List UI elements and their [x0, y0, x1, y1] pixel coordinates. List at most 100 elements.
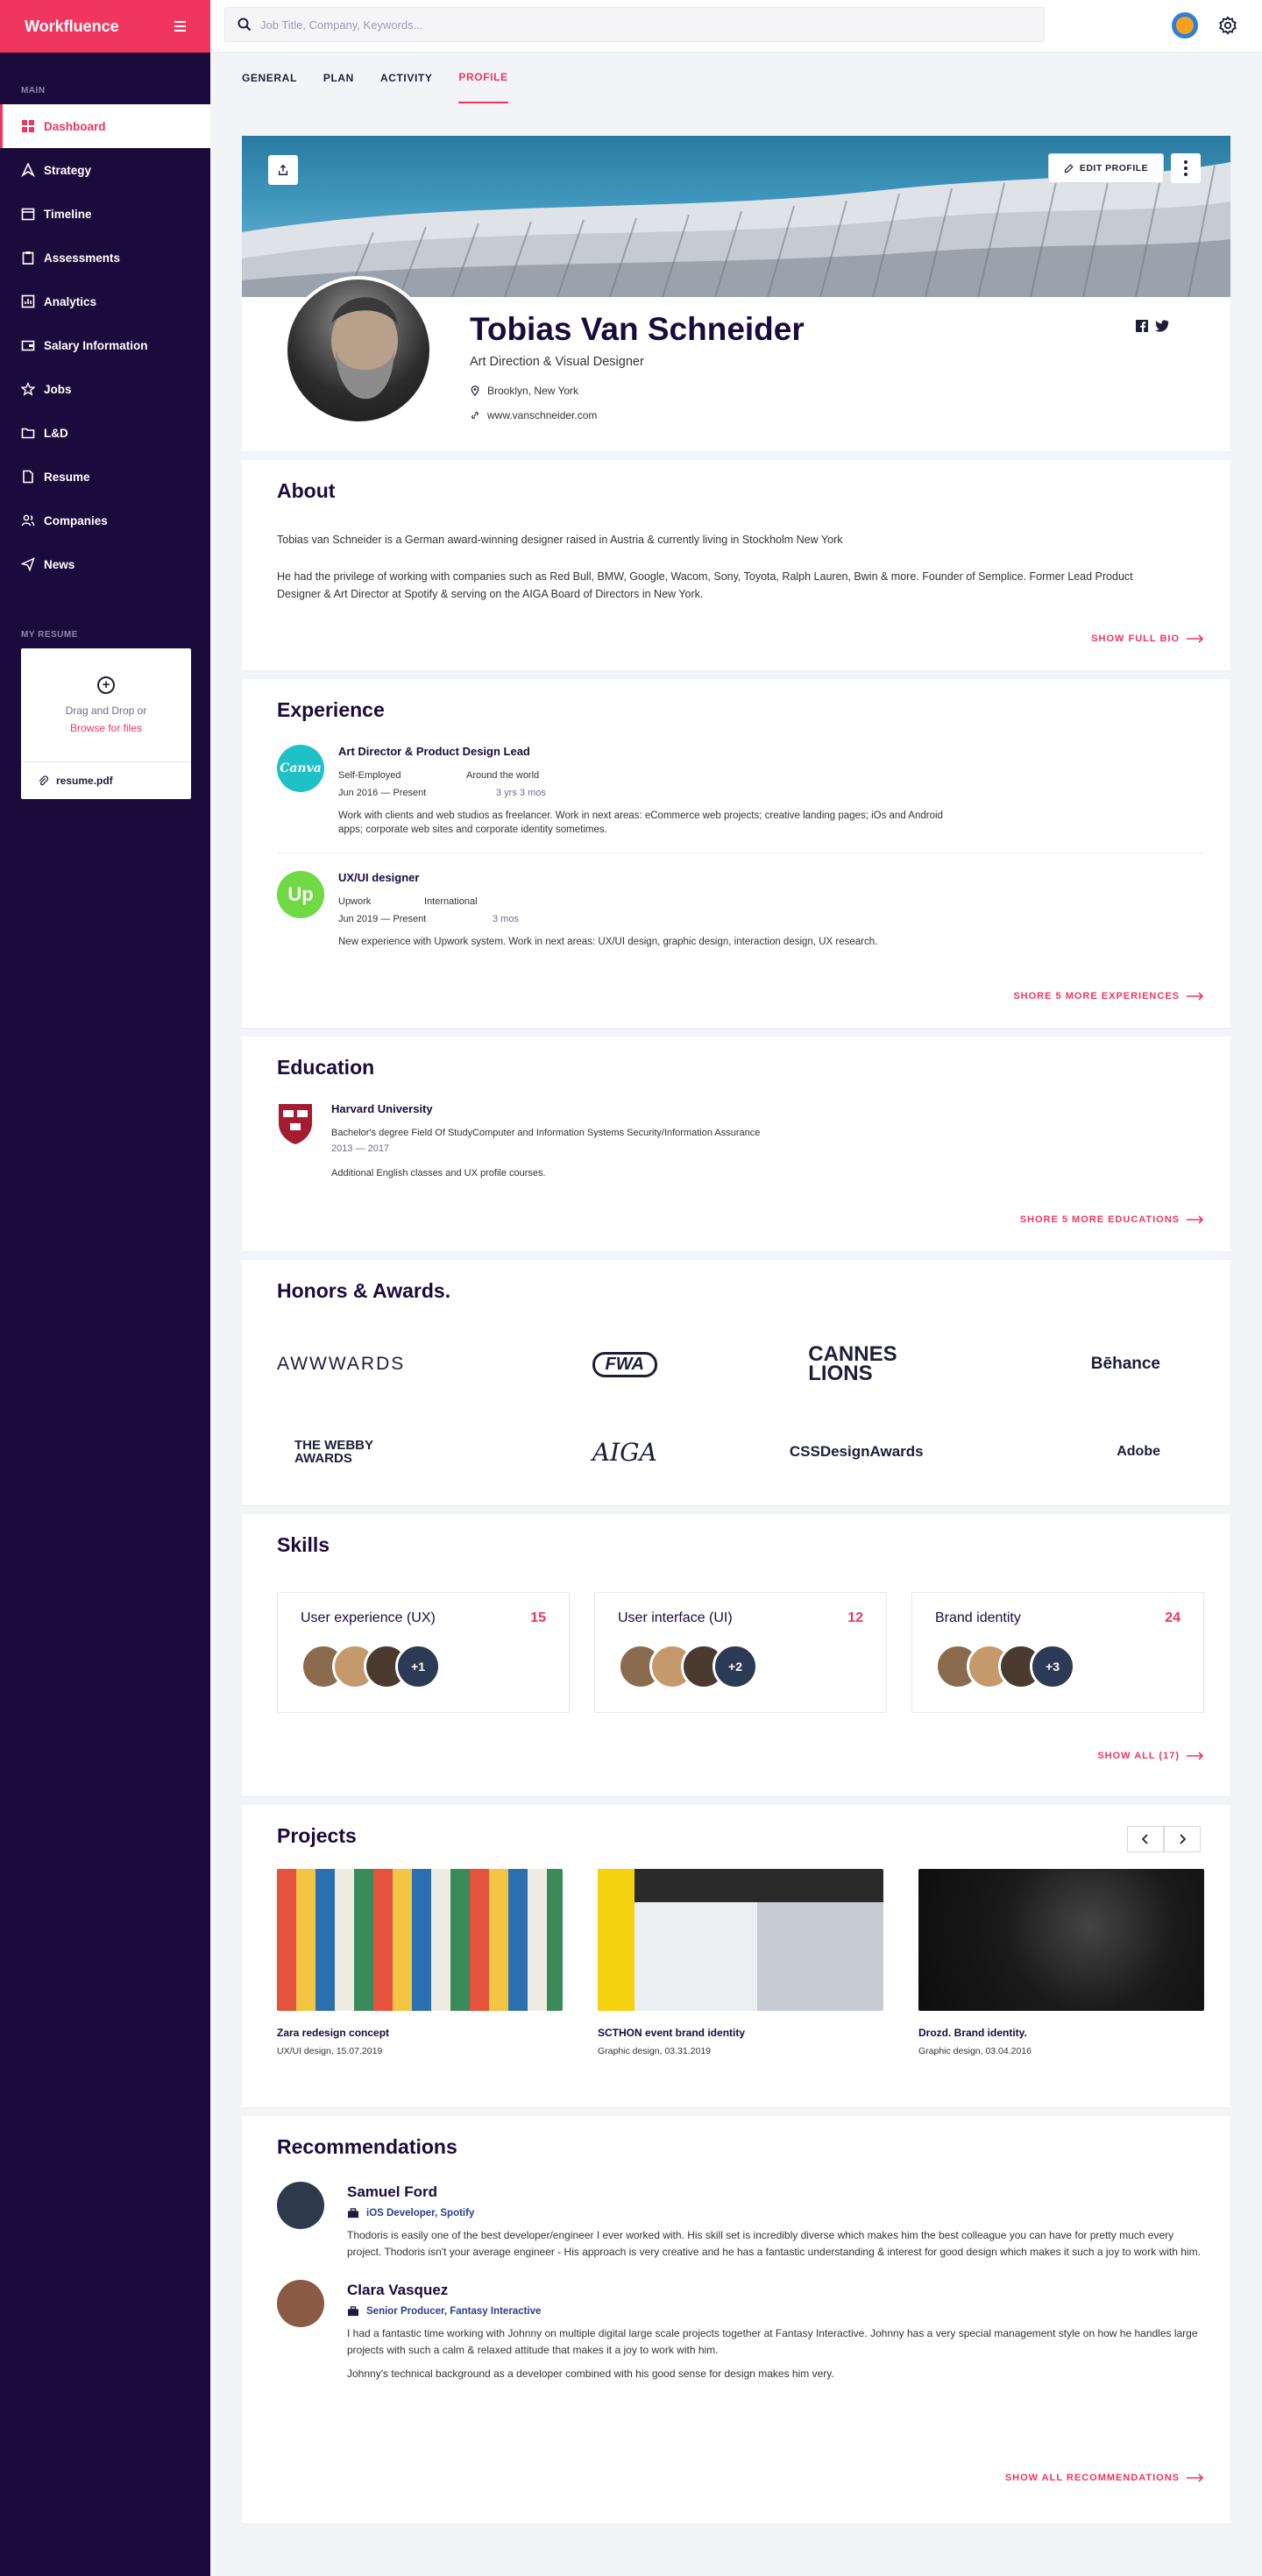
section-title: Projects — [277, 1824, 357, 1847]
wallet-icon — [21, 340, 35, 351]
twitter-icon[interactable] — [1155, 320, 1169, 332]
location-text: Brooklyn, New York — [487, 385, 579, 397]
user-avatar[interactable] — [1172, 12, 1198, 39]
tab-activity[interactable]: ACTIVITY — [380, 53, 432, 103]
skill-card[interactable]: User experience (UX) 15 +1 — [277, 1592, 570, 1713]
experience-card: Experience Canva Art Director & Product … — [242, 679, 1230, 1028]
sidebar-item-salary-information[interactable]: Salary Information — [0, 323, 210, 367]
website-text[interactable]: www.vanschneider.com — [487, 409, 597, 421]
show-more-experiences-link[interactable]: SHORE 5 MORE EXPERIENCES — [1013, 991, 1230, 1001]
recommendation-item: Clara Vasquez Senior Producer, Fantasy I… — [242, 2280, 1230, 2382]
more-endorsers-badge[interactable]: +2 — [713, 1644, 758, 1689]
search-input[interactable] — [260, 18, 961, 32]
skill-name: User interface (UI) — [618, 1610, 733, 1625]
brand-bar: Workfluence — [0, 0, 210, 53]
skill-name: User experience (UX) — [301, 1610, 436, 1625]
projects-pager — [1127, 1826, 1201, 1852]
show-full-bio-link[interactable]: SHOW FULL BIO — [1091, 633, 1230, 644]
sidebar: Workfluence MAIN Dashboard Strategy Time… — [0, 0, 210, 2576]
sidebar-item-companies[interactable]: Companies — [0, 499, 210, 542]
experience-title: Art Director & Product Design Lead — [338, 745, 530, 758]
project-subtitle: UX/UI design, 15.07.2019 — [277, 2046, 383, 2056]
more-endorsers-badge[interactable]: +3 — [1030, 1644, 1075, 1689]
recommendation-item: Samuel Ford iOS Developer, Spotify Thodo… — [242, 2182, 1230, 2261]
gear-icon[interactable] — [1218, 16, 1237, 35]
sidebar-item-label: Jobs — [44, 382, 72, 396]
award-aiga: AIGA — [509, 1408, 741, 1496]
tab-plan[interactable]: PLAN — [323, 53, 354, 103]
show-all-skills-link[interactable]: SHOW ALL (17) — [1097, 1751, 1230, 1761]
project-thumbnail[interactable] — [277, 1869, 563, 2011]
sidebar-item-timeline[interactable]: Timeline — [0, 192, 210, 236]
tab-profile[interactable]: PROFILE — [458, 53, 508, 103]
award-css-design-awards: CSSDesignAwards — [741, 1408, 973, 1496]
skill-card[interactable]: User interface (UI) 12 +2 — [594, 1592, 887, 1713]
sidebar-item-news[interactable]: News — [0, 542, 210, 586]
link-icon — [471, 412, 479, 419]
recommender-role-text: iOS Developer, Spotify — [366, 2208, 475, 2219]
experience-company: Upwork — [338, 896, 372, 907]
edit-profile-button[interactable]: EDIT PROFILE — [1048, 153, 1164, 183]
project-item[interactable]: Zara redesign concept UX/UI design, 15.0… — [277, 1869, 563, 2056]
project-title[interactable]: Drozd. Brand identity. — [918, 2027, 1204, 2039]
resume-dropzone[interactable]: + Drag and Drop or Browse for files — [21, 648, 191, 762]
skill-card[interactable]: Brand identity 24 +3 — [911, 1592, 1204, 1713]
brand-name[interactable]: Workfluence — [25, 18, 119, 36]
map-pin-icon — [471, 386, 479, 396]
award-logo-text: AIGA — [592, 1437, 657, 1467]
recommendations-card: Recommendations Samuel Ford iOS Develope… — [242, 2116, 1230, 2523]
project-title[interactable]: SCTHON event brand identity — [598, 2027, 883, 2039]
sidebar-item-label: Resume — [44, 470, 90, 484]
share-button[interactable] — [268, 155, 298, 185]
tab-general[interactable]: GENERAL — [242, 53, 297, 103]
projects-card: Projects Zara redesign concept UX/UI des… — [242, 1805, 1230, 2107]
sidebar-item-label: Assessments — [44, 251, 121, 265]
project-thumbnail[interactable] — [598, 1869, 883, 2011]
recommender-role: iOS Developer, Spotify — [347, 2208, 1204, 2219]
sidebar-item-jobs[interactable]: Jobs — [0, 367, 210, 411]
about-paragraph: Tobias van Schneider is a German award-w… — [277, 534, 843, 546]
profile-name: Tobias Van Schneider — [470, 311, 805, 347]
document-icon — [23, 470, 33, 484]
skill-count: 15 — [530, 1610, 546, 1625]
facebook-icon[interactable] — [1136, 320, 1148, 332]
resume-file-name: resume.pdf — [56, 775, 113, 787]
browse-files-link[interactable]: Browse for files — [70, 722, 142, 734]
sidebar-section-main: MAIN — [21, 86, 46, 96]
project-title[interactable]: Zara redesign concept — [277, 2027, 563, 2039]
link-label: SHORE 5 MORE EXPERIENCES — [1013, 991, 1180, 1001]
project-item[interactable]: Drozd. Brand identity. Graphic design, 0… — [918, 1869, 1204, 2056]
briefcase-icon — [348, 2306, 358, 2317]
project-thumbnail[interactable] — [918, 1869, 1204, 2011]
sidebar-item-dashboard[interactable]: Dashboard — [0, 104, 210, 148]
section-title: Honors & Awards. — [277, 1279, 451, 1302]
resume-file[interactable]: resume.pdf — [21, 762, 191, 799]
prev-button[interactable] — [1127, 1826, 1164, 1852]
search-bar[interactable] — [224, 7, 1045, 42]
sidebar-item-analytics[interactable]: Analytics — [0, 280, 210, 323]
show-more-educations-link[interactable]: SHORE 5 MORE EDUCATIONS — [1020, 1214, 1230, 1225]
recommendation-text: I had a fantastic time working with John… — [347, 2327, 1198, 2356]
canva-logo: Canva — [277, 745, 324, 792]
section-title: Recommendations — [277, 2135, 457, 2158]
more-options-button[interactable] — [1171, 153, 1201, 183]
profile-avatar — [284, 276, 433, 425]
arrow-right-icon — [1187, 1752, 1204, 1760]
sidebar-item-l-and-d[interactable]: L&D — [0, 411, 210, 455]
sidebar-item-assessments[interactable]: Assessments — [0, 236, 210, 280]
next-button[interactable] — [1164, 1826, 1201, 1852]
main-content: EDIT PROFILE Tobias Van Schneider Art Di… — [242, 136, 1230, 2532]
more-endorsers-badge[interactable]: +1 — [395, 1644, 441, 1689]
skills-card: Skills User experience (UX) 15 +1 User in… — [242, 1514, 1230, 1796]
project-item[interactable]: SCTHON event brand identity Graphic desi… — [598, 1869, 883, 2056]
sidebar-item-resume[interactable]: Resume — [0, 455, 210, 499]
award-logo-text: FWA — [592, 1351, 657, 1377]
experience-title: UX/UI designer — [338, 871, 420, 884]
arrow-right-icon — [1187, 634, 1204, 643]
school-name: Harvard University — [331, 1102, 433, 1115]
show-all-recommendations-link[interactable]: SHOW ALL RECOMMENDATIONS — [1005, 2473, 1230, 2483]
sidebar-item-strategy[interactable]: Strategy — [0, 148, 210, 192]
star-icon — [21, 382, 35, 396]
hamburger-icon[interactable] — [174, 21, 186, 32]
profile-website[interactable]: www.vanschneider.com — [470, 409, 805, 421]
